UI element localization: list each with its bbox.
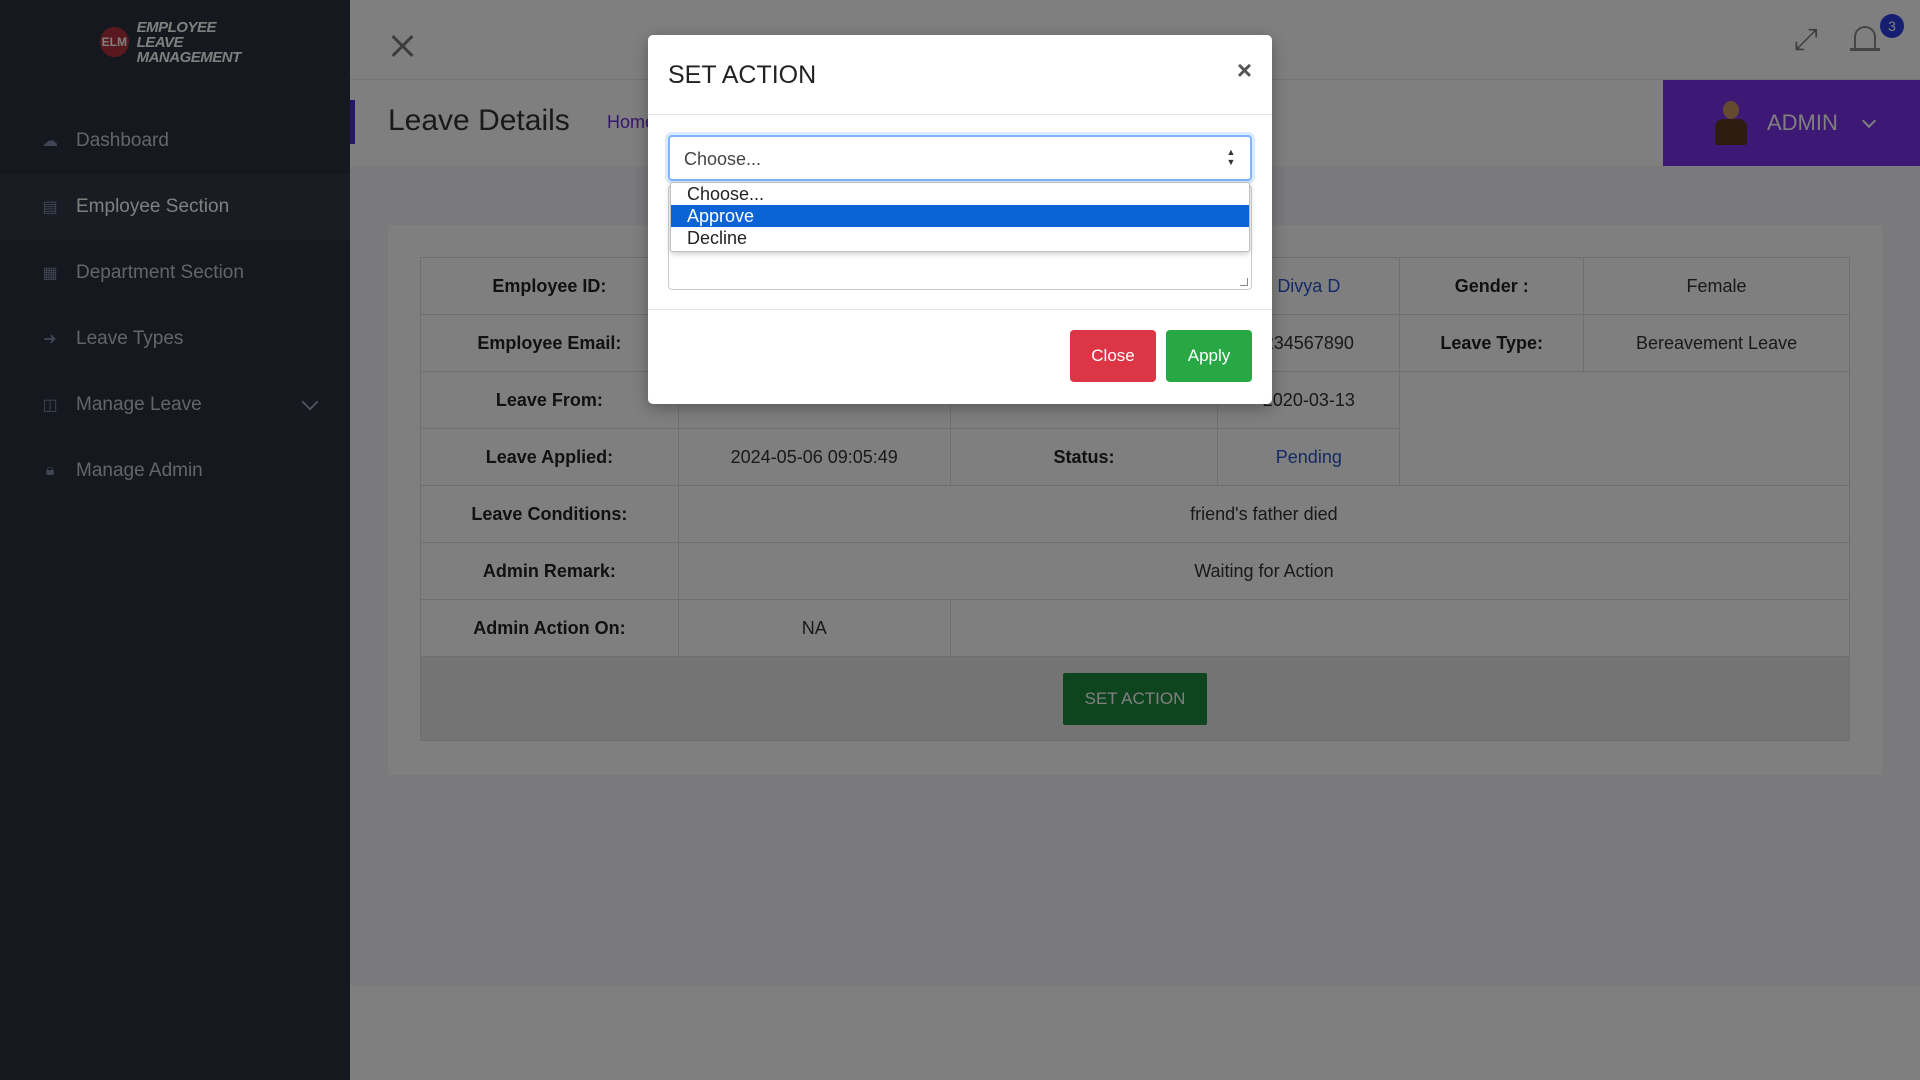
option-approve[interactable]: Approve [671, 205, 1249, 227]
option-choose[interactable]: Choose... [671, 183, 1249, 205]
resize-handle-icon[interactable] [1240, 278, 1248, 286]
action-dropdown-list: Choose... Approve Decline [670, 182, 1250, 252]
modal-header: SET ACTION × [648, 35, 1272, 115]
close-button[interactable]: Close [1070, 330, 1156, 382]
select-arrows-icon: ▲ ▼ [1226, 147, 1236, 167]
modal-footer: Close Apply [648, 309, 1272, 404]
select-value: Choose... [684, 149, 762, 169]
modal-title: SET ACTION [668, 61, 817, 89]
action-select[interactable]: Choose... ▲ ▼ [668, 135, 1252, 181]
close-icon[interactable]: × [1237, 55, 1252, 86]
option-decline[interactable]: Decline [671, 227, 1249, 249]
apply-button[interactable]: Apply [1166, 330, 1252, 382]
